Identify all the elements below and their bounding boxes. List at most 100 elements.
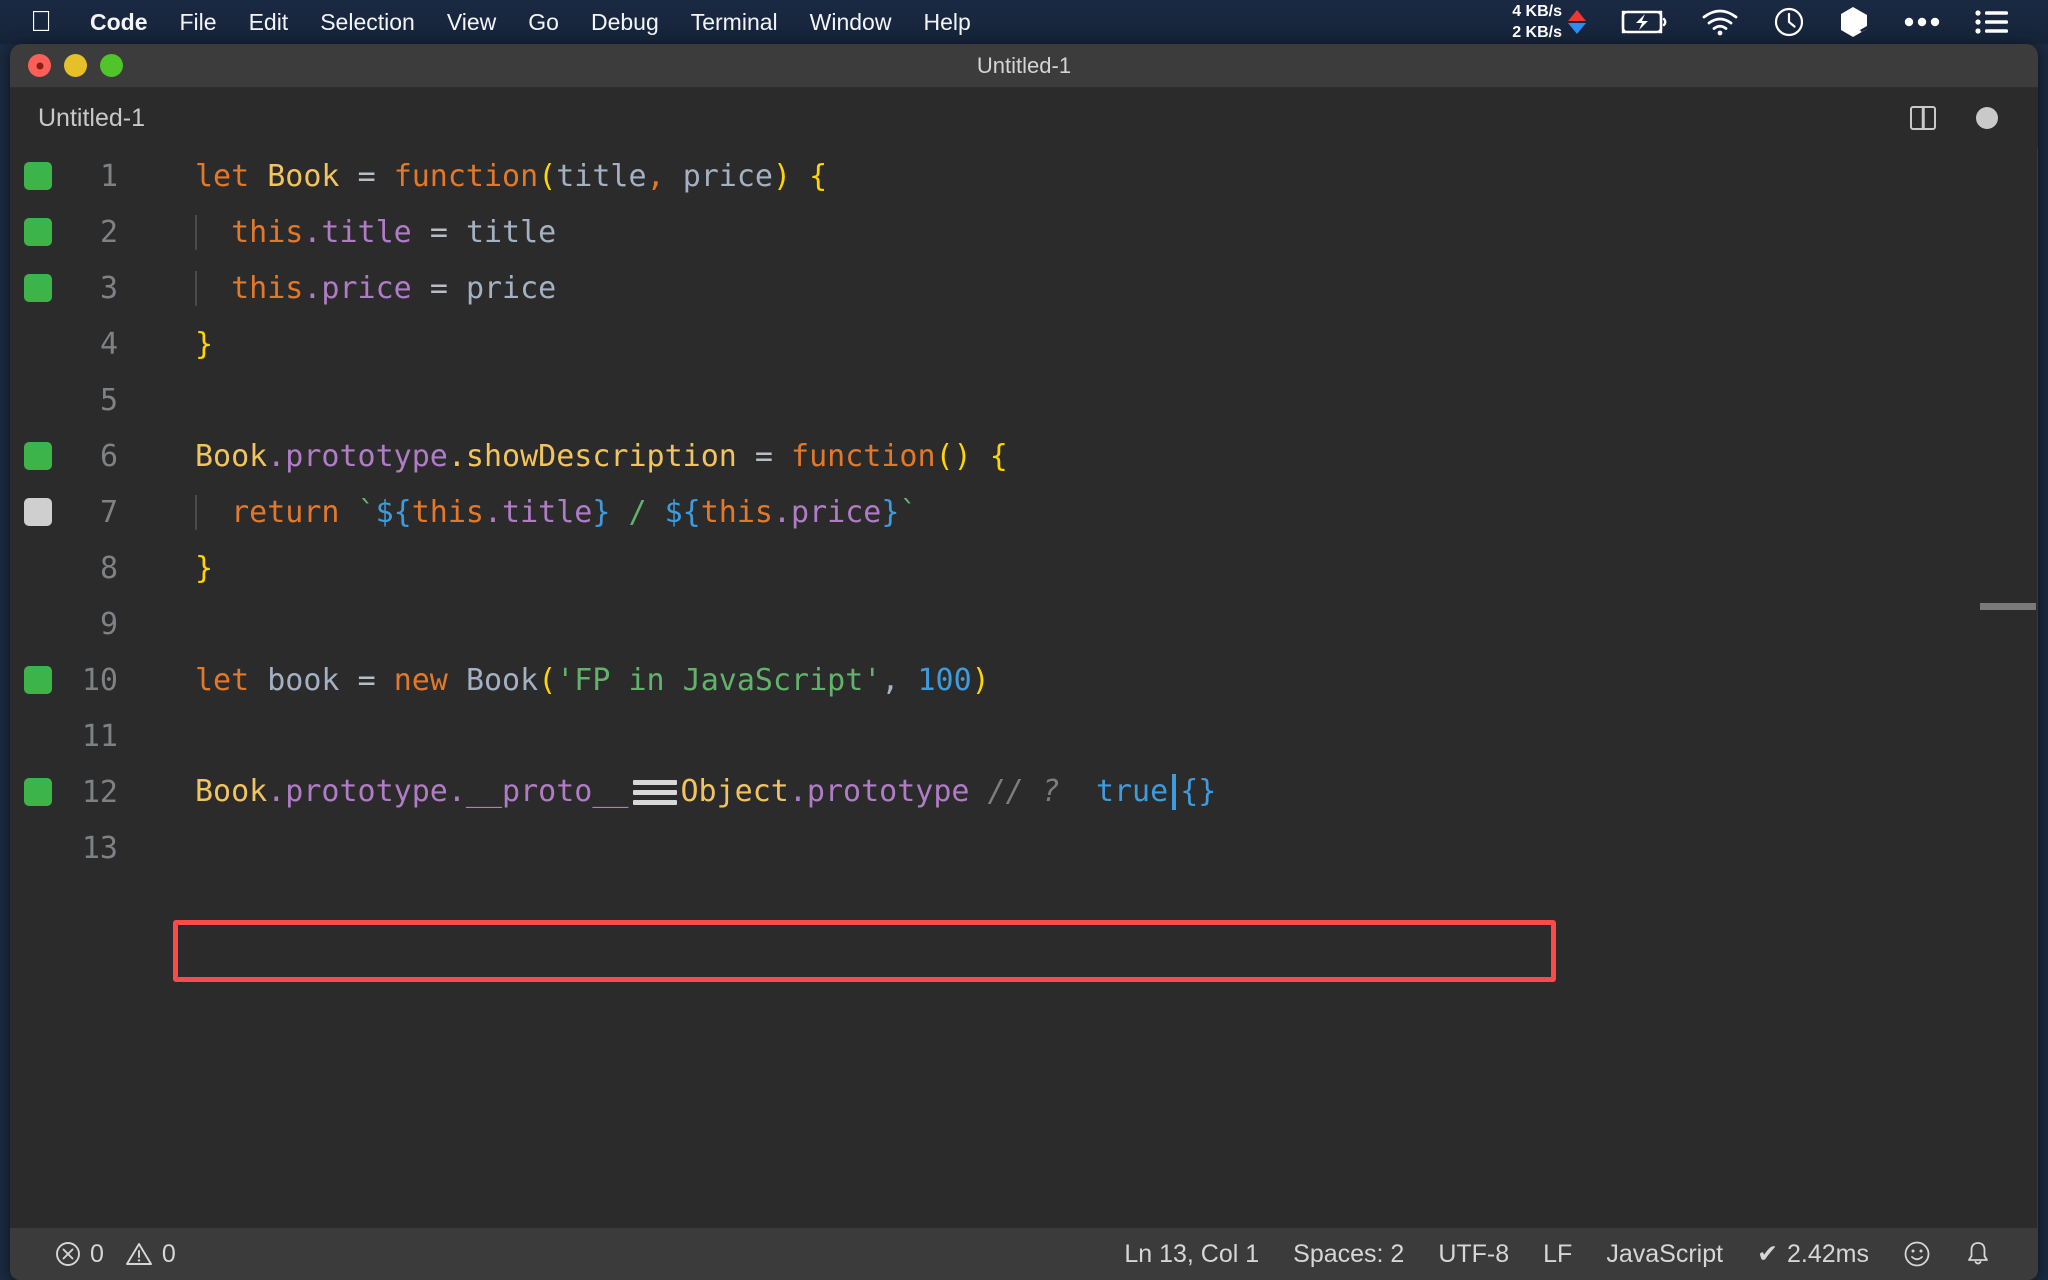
token-object: Object	[681, 774, 789, 809]
line-number-5: 5	[10, 383, 140, 418]
status-notifications[interactable]	[1948, 1240, 2008, 1268]
status-quokka-perf[interactable]: ✔ 2.42ms	[1740, 1239, 1886, 1269]
error-circle-icon	[55, 1241, 81, 1267]
smiley-icon	[1903, 1240, 1931, 1268]
token-number-100: 100	[917, 663, 971, 698]
upload-arrow-icon	[1568, 10, 1586, 21]
traffic-light-buttons	[28, 54, 123, 77]
menu-item-help[interactable]: Help	[907, 0, 986, 44]
status-bar-right-group: Ln 13, Col 1 Spaces: 2 UTF-8 LF JavaScri…	[1107, 1239, 2038, 1269]
battery-charging-icon[interactable]	[1621, 9, 1667, 35]
list-menu-icon[interactable]	[1975, 9, 2009, 35]
code-line-4[interactable]: 4 }	[10, 316, 2038, 372]
perf-time: 2.42ms	[1787, 1240, 1869, 1269]
warning-count: 0	[162, 1240, 176, 1269]
download-arrow-icon	[1568, 23, 1586, 34]
network-speed-indicator[interactable]: 4 KB/s 2 KB/s	[1512, 1, 1586, 43]
error-count: 0	[90, 1240, 104, 1269]
status-cursor-position[interactable]: Ln 13, Col 1	[1107, 1240, 1276, 1269]
code-line-12[interactable]: 12 Book.prototype.__proto__Object.protot…	[10, 764, 2038, 820]
token-backtick-close: `	[899, 495, 917, 530]
bell-icon	[1965, 1240, 1991, 1268]
dropbox-icon[interactable]	[1839, 6, 1869, 38]
line-number-13: 13	[10, 831, 140, 866]
status-language-mode[interactable]: JavaScript	[1589, 1240, 1740, 1269]
annotation-highlight-box	[173, 920, 1556, 982]
menu-item-window[interactable]: Window	[794, 0, 908, 44]
code-line-10[interactable]: 10 let book = new Book('FP in JavaScript…	[10, 652, 2038, 708]
token-prop-showdescription: .showDescription	[448, 439, 737, 474]
code-line-3[interactable]: 3 this.price = price	[10, 260, 2038, 316]
token-prop-prototype: .prototype	[267, 774, 448, 809]
menu-item-terminal[interactable]: Terminal	[675, 0, 794, 44]
strict-equality-operator-icon	[633, 777, 677, 807]
token-let: let	[195, 663, 249, 698]
gutter-marker-line-12	[24, 778, 52, 806]
status-problems[interactable]: 0 0	[38, 1240, 193, 1269]
indent-guide	[195, 215, 197, 250]
menubar-status-group: 4 KB/s 2 KB/s	[1512, 0, 2048, 44]
menu-item-edit[interactable]: Edit	[233, 0, 305, 44]
minimize-window-button[interactable]	[64, 54, 87, 77]
maximize-window-button[interactable]	[100, 54, 123, 77]
line-content-1: let Book = function(title, price) {	[140, 159, 827, 194]
unsaved-dot-icon[interactable]	[1976, 107, 1998, 129]
code-line-11[interactable]: 11	[10, 708, 2038, 764]
status-bar-left-group: 0 0	[10, 1240, 193, 1269]
vscode-window: Untitled-1 Untitled-1 1 let Book = funct…	[10, 44, 2038, 1280]
token-true: true	[1096, 774, 1168, 809]
gutter-marker-line-7	[24, 498, 52, 526]
menu-item-go[interactable]: Go	[512, 0, 575, 44]
token-book: Book	[267, 159, 339, 194]
wifi-icon[interactable]	[1701, 8, 1739, 36]
split-editor-icon[interactable]	[1910, 106, 1936, 130]
status-indentation[interactable]: Spaces: 2	[1276, 1240, 1421, 1269]
status-eol[interactable]: LF	[1526, 1240, 1589, 1269]
code-editor[interactable]: 1 let Book = function(title, price) { 2 …	[10, 148, 2038, 1228]
code-line-1[interactable]: 1 let Book = function(title, price) {	[10, 148, 2038, 204]
token-equals: =	[430, 271, 448, 306]
token-equals: =	[430, 215, 448, 250]
menu-item-code[interactable]: Code	[74, 0, 164, 44]
token-paren-open: (	[538, 159, 556, 194]
code-line-7[interactable]: 7 return `${this.title} / ${this.price}`	[10, 484, 2038, 540]
code-line-8[interactable]: 8 }	[10, 540, 2038, 596]
status-feedback[interactable]	[1886, 1240, 1948, 1268]
clock-icon[interactable]	[1773, 6, 1805, 38]
token-template-close-1: }	[592, 495, 610, 530]
code-line-5[interactable]: 5	[10, 372, 2038, 428]
token-template-open-2: ${	[665, 495, 701, 530]
token-this: this	[231, 215, 303, 250]
menu-item-file[interactable]: File	[164, 0, 233, 44]
line-content-10: let book = new Book('FP in JavaScript', …	[140, 663, 990, 698]
code-line-6[interactable]: 6 Book.prototype.showDescription = funct…	[10, 428, 2038, 484]
menu-item-view[interactable]: View	[431, 0, 512, 44]
token-function: function	[791, 439, 936, 474]
gutter-marker-line-10	[24, 666, 52, 694]
token-brace-close: }	[195, 327, 213, 362]
token-prop-prototype: .prototype	[267, 439, 448, 474]
token-comma: ,	[881, 663, 899, 698]
warning-triangle-icon	[125, 1241, 153, 1267]
status-encoding[interactable]: UTF-8	[1421, 1240, 1526, 1269]
line-number-9: 9	[10, 607, 140, 642]
window-titlebar: Untitled-1	[10, 44, 2038, 88]
code-line-2[interactable]: 2 this.title = title	[10, 204, 2038, 260]
close-window-button[interactable]	[28, 54, 51, 77]
code-line-9[interactable]: 9	[10, 596, 2038, 652]
token-this: this	[231, 271, 303, 306]
code-line-13[interactable]: 13	[10, 820, 2038, 876]
network-upload-speed: 4 KB/s	[1512, 1, 1562, 22]
token-book: Book	[195, 439, 267, 474]
menu-item-selection[interactable]: Selection	[304, 0, 431, 44]
editor-tab-label: Untitled-1	[38, 104, 145, 133]
editor-tab-untitled-1[interactable]: Untitled-1	[10, 88, 169, 148]
line-number-8: 8	[10, 551, 140, 586]
apple-logo-icon[interactable]: 	[28, 7, 54, 37]
token-paren-close: )	[972, 663, 990, 698]
token-string-literal: 'FP in JavaScript'	[556, 663, 881, 698]
ellipsis-icon[interactable]	[1903, 16, 1941, 28]
token-this-2: this	[701, 495, 773, 530]
token-return: return	[231, 495, 339, 530]
menu-item-debug[interactable]: Debug	[575, 0, 675, 44]
